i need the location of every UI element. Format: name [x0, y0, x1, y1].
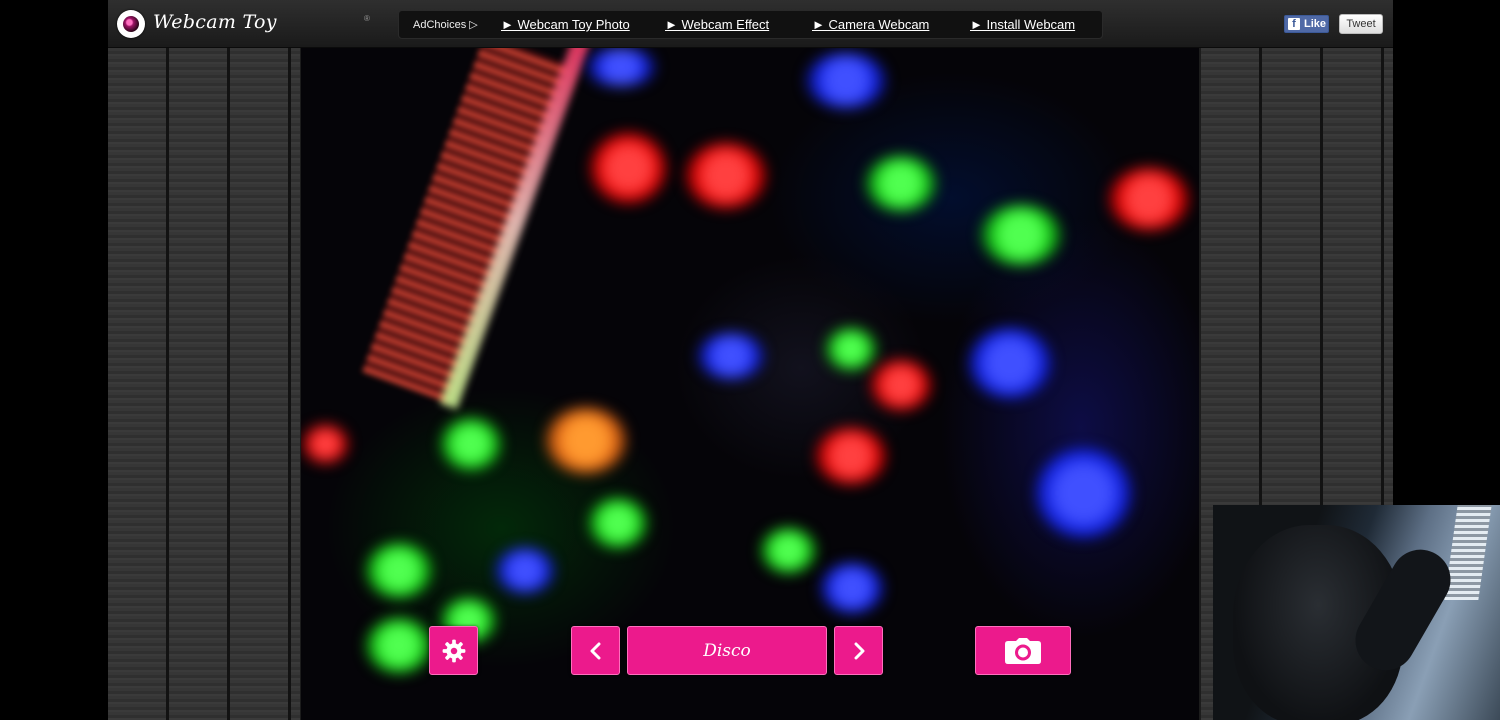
disco-light: [826, 328, 876, 370]
nav-link-webcam-toy-photo[interactable]: ► Webcam Toy Photo: [501, 17, 630, 32]
facebook-icon: f: [1288, 18, 1300, 30]
effect-name: Disco: [703, 640, 751, 661]
previous-effect-button[interactable]: [571, 626, 620, 675]
tweet-button[interactable]: Tweet: [1339, 14, 1383, 34]
disco-light: [366, 618, 432, 673]
disco-light: [303, 425, 348, 463]
disco-light: [821, 563, 883, 613]
camera-icon: [1005, 637, 1041, 664]
webcam-toy-page: Webcam Toy ® AdChoices ▷ ► Webcam Toy Ph…: [108, 0, 1393, 720]
disco-light: [1109, 168, 1189, 230]
logo-icon[interactable]: [117, 10, 145, 38]
disco-light: [866, 156, 936, 211]
effect-name-button[interactable]: Disco: [627, 626, 827, 675]
adchoices-link[interactable]: AdChoices ▷: [413, 18, 478, 31]
disco-light: [761, 528, 816, 573]
disco-light: [1036, 448, 1131, 538]
chevron-right-icon: [854, 642, 864, 659]
settings-button[interactable]: [429, 626, 478, 675]
disco-light: [816, 428, 886, 484]
like-label: Like: [1304, 18, 1327, 30]
disco-light: [981, 205, 1061, 265]
disco-light: [698, 333, 764, 379]
disco-light: [441, 418, 501, 470]
registered-mark: ®: [364, 14, 370, 23]
disco-light: [686, 143, 766, 208]
disco-light: [969, 328, 1051, 398]
disco-light: [366, 543, 432, 598]
picture-in-picture-webcam: [1213, 505, 1500, 720]
app-logo-text[interactable]: Webcam Toy: [153, 11, 277, 33]
gear-icon: [442, 639, 465, 662]
disco-light: [496, 548, 554, 593]
window-blinds: [1444, 505, 1492, 600]
wood-panel-left: [108, 48, 300, 720]
chevron-left-icon: [590, 642, 600, 659]
disco-light: [586, 48, 656, 86]
top-bar: Webcam Toy ® AdChoices ▷ ► Webcam Toy Ph…: [108, 0, 1393, 48]
disco-light: [546, 408, 626, 473]
disco-light: [871, 360, 931, 410]
nav-panel: AdChoices ▷ ► Webcam Toy Photo ► Webcam …: [398, 10, 1103, 39]
nav-link-webcam-effect[interactable]: ► Webcam Effect: [665, 17, 769, 32]
disco-light: [589, 498, 647, 548]
capture-photo-button[interactable]: [975, 626, 1071, 675]
nav-link-install-webcam[interactable]: ► Install Webcam: [970, 17, 1075, 32]
nav-link-camera-webcam[interactable]: ► Camera Webcam: [812, 17, 929, 32]
disco-light: [591, 133, 666, 203]
disco-light: [806, 53, 886, 108]
facebook-like-button[interactable]: f Like: [1284, 15, 1329, 33]
next-effect-button[interactable]: [834, 626, 883, 675]
webcam-preview: [301, 48, 1199, 720]
